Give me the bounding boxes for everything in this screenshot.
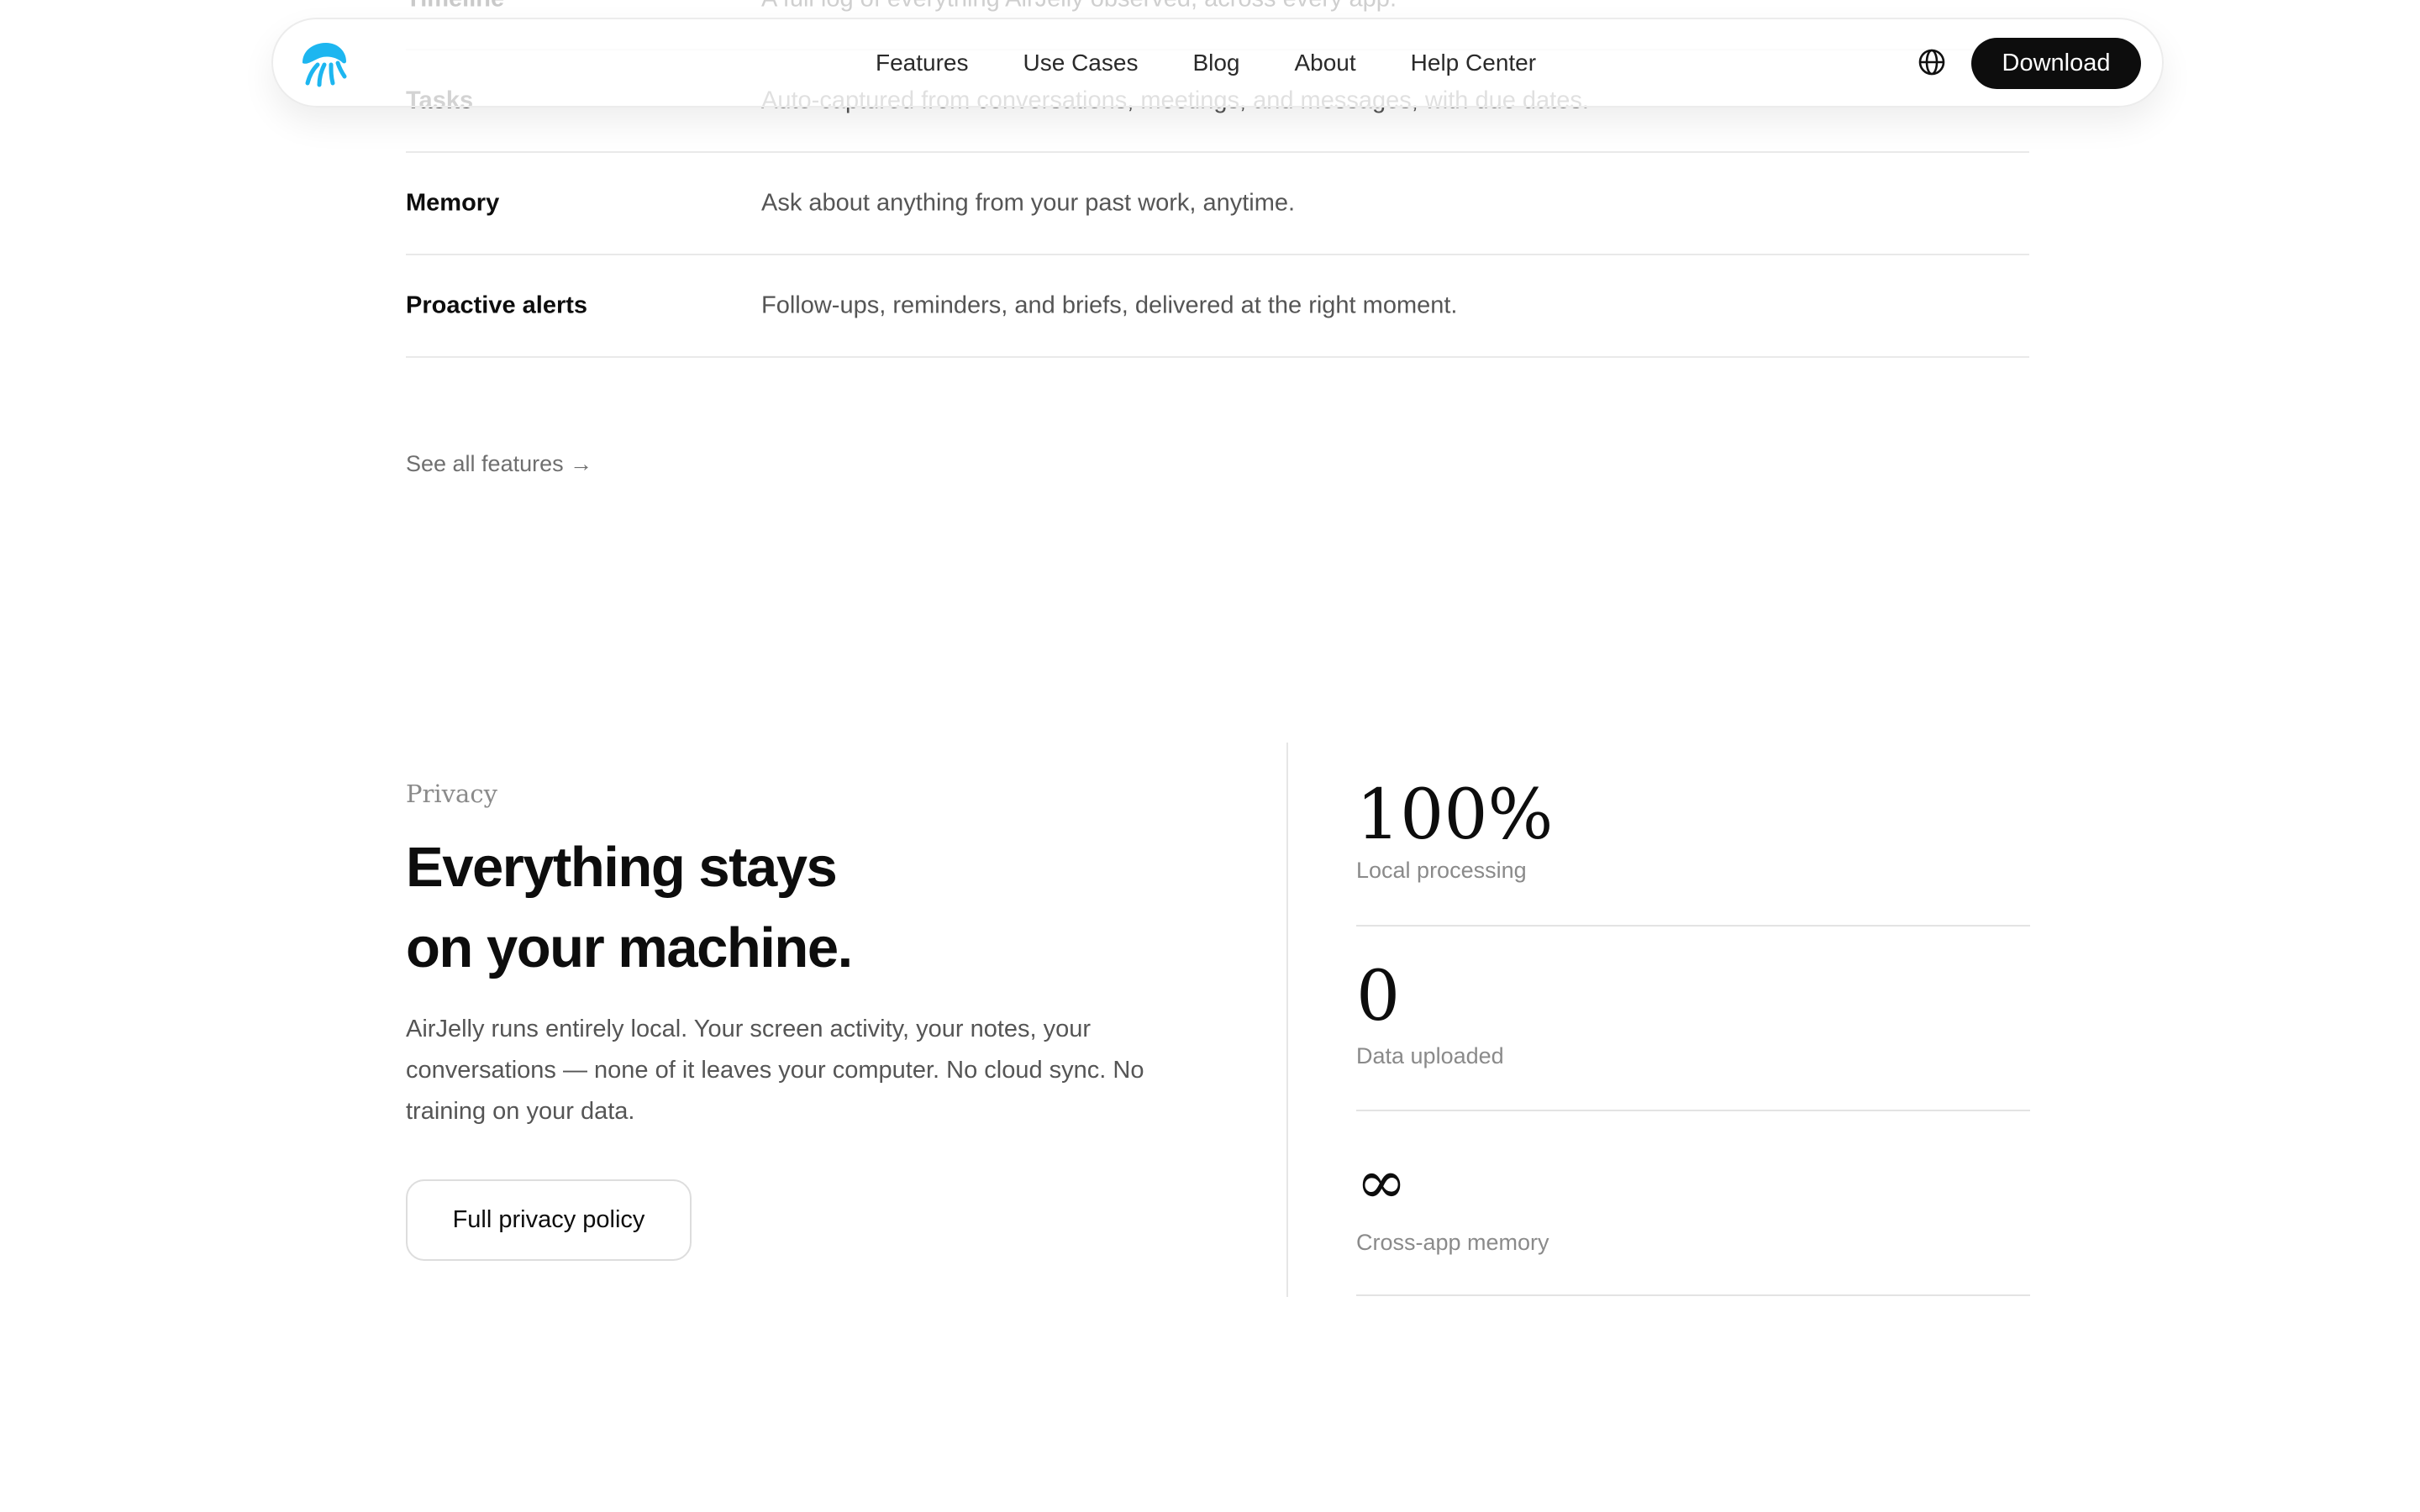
nav-link-about[interactable]: About	[1294, 50, 1355, 76]
stat-value: 100%	[1356, 775, 1554, 855]
feature-name: Proactive alerts	[406, 291, 588, 319]
nav-link-help-center[interactable]: Help Center	[1411, 50, 1536, 76]
globe-icon[interactable]	[1918, 48, 1946, 76]
privacy-heading: Everything stays on your machine.	[406, 827, 1162, 989]
privacy-description: AirJelly runs entirely local. Your scree…	[406, 1016, 1144, 1125]
download-button[interactable]: Download	[1971, 38, 2141, 89]
see-all-features-link[interactable]: See all features →	[406, 451, 592, 477]
top-navbar: Features Use Cases Blog About Help Cente…	[271, 18, 2164, 108]
privacy-eyebrow: Privacy	[406, 780, 497, 808]
stat-label: Cross-app memory	[1356, 1230, 1549, 1255]
nav-link-blog[interactable]: Blog	[1192, 50, 1239, 76]
section-divider	[1286, 743, 1288, 1297]
feature-row-memory: Memory Ask about anything from your past…	[406, 153, 2029, 255]
feature-description: Ask about anything from your past work, …	[761, 189, 1296, 217]
stat-cross-app-memory: ∞ Cross-app memory	[1356, 1111, 2030, 1296]
stat-label: Local processing	[1356, 858, 1527, 883]
nav-link-use-cases[interactable]: Use Cases	[1023, 50, 1139, 76]
feature-name: Memory	[406, 189, 500, 217]
nav-link-features[interactable]: Features	[876, 50, 969, 76]
feature-name: Timeline	[406, 0, 504, 13]
privacy-heading-line-2: on your machine.	[406, 916, 853, 979]
feature-row-proactive-alerts: Proactive alerts Follow-ups, reminders, …	[406, 255, 2029, 358]
full-privacy-policy-button[interactable]: Full privacy policy	[406, 1179, 692, 1261]
privacy-heading-line-1: Everything stays	[406, 836, 838, 899]
feature-description: A full log of everything AirJelly observ…	[761, 0, 1397, 13]
stat-label: Data uploaded	[1356, 1043, 1504, 1068]
airjelly-logo-icon[interactable]	[299, 39, 348, 88]
stat-value: 0	[1356, 957, 1401, 1037]
feature-description: Follow-ups, reminders, and briefs, deliv…	[761, 291, 1458, 319]
stat-value: ∞	[1356, 1147, 1407, 1217]
stat-local-processing: 100% Local processing	[1356, 756, 2030, 927]
nav-links: Features Use Cases Blog About Help Cente…	[876, 19, 1591, 106]
stat-data-uploaded: 0 Data uploaded	[1356, 927, 2030, 1111]
